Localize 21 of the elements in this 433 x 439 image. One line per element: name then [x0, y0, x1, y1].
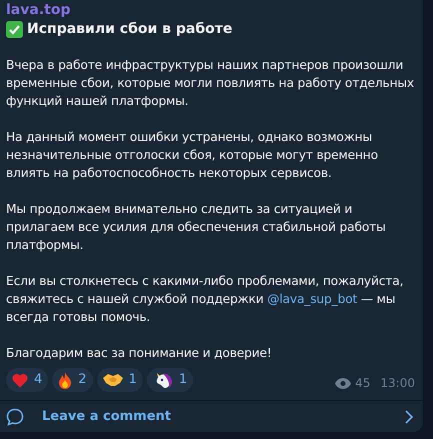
channel-name[interactable]: lava.top	[6, 1, 417, 19]
eye-icon	[335, 378, 352, 388]
reaction-button[interactable]: 2	[52, 368, 93, 392]
post-paragraph: Благодарим вас за понимание и доверие!	[6, 345, 273, 362]
comment-bar[interactable]: Leave a comment	[0, 401, 423, 432]
post-paragraph: Вчера в работе инфраструктуры наших партнеров произошли временные сбои, которые могли повлиять на работу отдельных функций нашей платформы.	[6, 57, 415, 110]
speech-bubble-icon	[6, 408, 24, 426]
check-mark-icon	[6, 20, 23, 38]
post-paragraph: На данный момент ошибки устранены, однако возможны незначительные отголоски сбоя, которые могут временно влиять на работоспособность некоторых сервисов.	[6, 129, 379, 182]
post-paragraph: Мы продолжаем внимательно следить за ситуацией и прилагаем все усилия для обеспечения стабильной работы платформы.	[6, 201, 387, 254]
post-paragraph: Если вы столкнетесь с какими-либо проблемами, пожалуйста, свяжитесь с нашей службой поддержки @lava_sup_bot — мы всегда готовы помочь.	[6, 273, 404, 326]
post-title: Исправили сбои в работе	[27, 20, 232, 38]
reaction-button[interactable]: 1	[146, 368, 194, 392]
reaction-button[interactable]: 4	[6, 368, 48, 392]
fire-icon	[58, 372, 72, 388]
post-time: 13:00	[380, 375, 415, 392]
chevron-right-icon	[405, 410, 413, 424]
view-count: 45	[355, 375, 370, 392]
reaction-button[interactable]: 1	[96, 368, 143, 392]
bot-link[interactable]: @lava_sup_bot	[267, 292, 358, 306]
heart-icon	[12, 372, 28, 388]
